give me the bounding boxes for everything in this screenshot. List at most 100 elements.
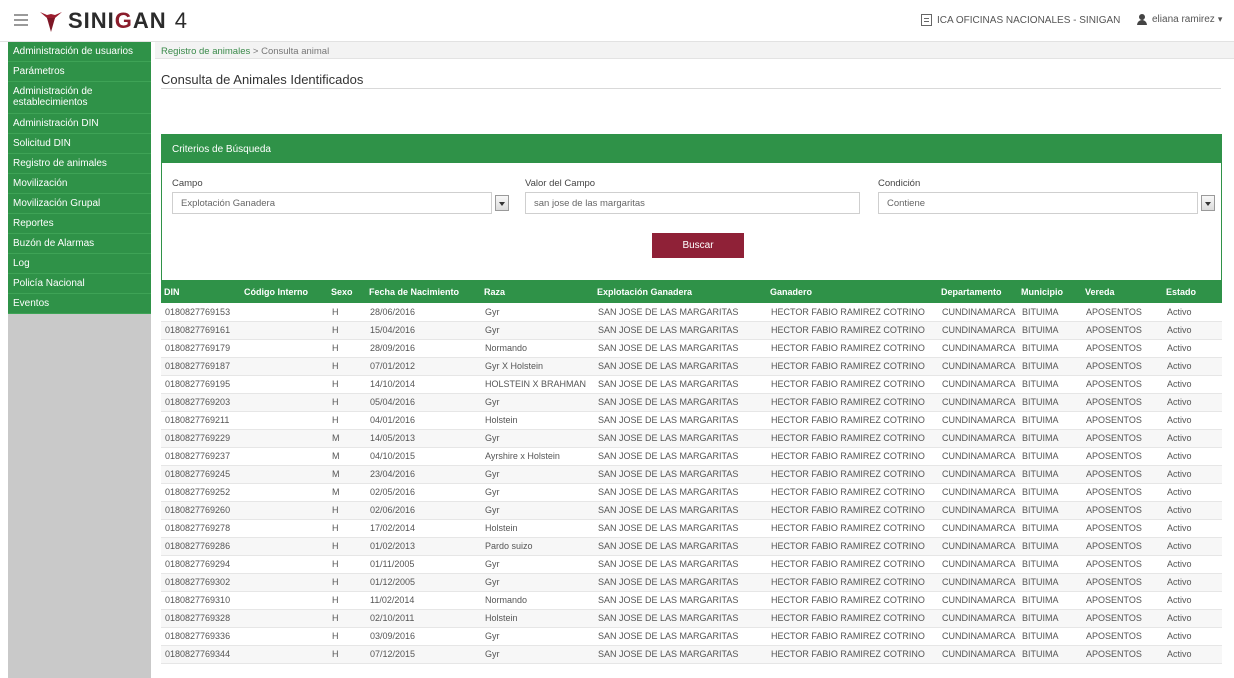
cell-sexo: H [328,321,366,340]
column-header-explotacion-ganadera[interactable]: Explotación Ganadera [594,280,767,303]
column-header-fecha-nacimiento[interactable]: Fecha de Nacimiento [366,280,481,303]
table-row[interactable]: 0180827769229 M 14/05/2013 Gyr SAN JOSE DE L… [161,429,1222,448]
cell-sexo: H [328,357,366,376]
cell-vereda: APOSENTOS [1082,573,1163,592]
sidebar-item-buzon-alarmas[interactable]: Buzón de Alarmas [8,234,151,254]
user-menu[interactable]: eliana ramirez ▾ [1137,14,1222,25]
cell-din: 0180827769294 [161,555,241,574]
cell-ganadero: HECTOR FABIO RAMIREZ COTRINO [767,573,938,592]
table-row[interactable]: 0180827769195 H 14/10/2014 HOLSTEIN X BRAHM… [161,375,1222,394]
cell-estado: Activo [1163,591,1222,610]
table-row[interactable]: 0180827769336 H 03/09/2016 Gyr SAN JOSE DE L… [161,627,1222,646]
table-row[interactable]: 0180827769245 M 23/04/2016 Gyr SAN JOSE DE L… [161,465,1222,484]
user-icon [1137,14,1147,25]
cell-estado: Activo [1163,393,1222,412]
cell-vereda: APOSENTOS [1082,411,1163,430]
table-row[interactable]: 0180827769237 M 04/10/2015 Ayrshire x Holst… [161,447,1222,466]
cell-explotacion-ganadera: SAN JOSE DE LAS MARGARITAS [594,429,767,448]
cell-din: 0180827769336 [161,627,241,646]
sidebar-item-administracion-usuarios[interactable]: Administración de usuarios [8,42,151,62]
sidebar-item-parametros[interactable]: Parámetros [8,62,151,82]
cell-raza: Gyr [481,555,594,574]
menu-toggle-icon[interactable] [14,14,28,26]
column-header-estado[interactable]: Estado [1163,280,1222,303]
cell-ganadero: HECTOR FABIO RAMIREZ COTRINO [767,375,938,394]
cell-sexo: H [328,591,366,610]
sidebar-item-reportes[interactable]: Reportes [8,214,151,234]
column-header-departamento[interactable]: Departamento [938,280,1018,303]
column-header-sexo[interactable]: Sexo [328,280,366,303]
column-header-vereda[interactable]: Vereda [1082,280,1163,303]
cell-explotacion-ganadera: SAN JOSE DE LAS MARGARITAS [594,609,767,628]
sidebar-item-eventos[interactable]: Eventos [8,294,151,314]
cell-codigo-interno [241,393,328,412]
campo-select[interactable]: Explotación Ganadera [172,192,509,214]
cell-codigo-interno [241,609,328,628]
sidebar-item-registro-animales[interactable]: Registro de animales [8,154,151,174]
buscar-button[interactable]: Buscar [652,233,744,258]
table-row[interactable]: 0180827769294 H 01/11/2005 Gyr SAN JOSE DE L… [161,555,1222,574]
valor-campo-input[interactable]: san jose de las margaritas [525,192,860,214]
sidebar-item-solicitud-din[interactable]: Solicitud DIN [8,134,151,154]
sidebar-item-log[interactable]: Log [8,254,151,274]
table-row[interactable]: 0180827769252 M 02/05/2016 Gyr SAN JOSE DE L… [161,483,1222,502]
column-header-raza[interactable]: Raza [481,280,594,303]
cell-municipio: BITUIMA [1018,627,1082,646]
table-row[interactable]: 0180827769302 H 01/12/2005 Gyr SAN JOSE DE L… [161,573,1222,592]
cell-ganadero: HECTOR FABIO RAMIREZ COTRINO [767,537,938,556]
sidebar-item-policia-nacional[interactable]: Policía Nacional [8,274,151,294]
column-header-municipio[interactable]: Municipio [1018,280,1082,303]
table-row[interactable]: 0180827769310 H 11/02/2014 Normando SAN JOSE… [161,591,1222,610]
cell-ganadero: HECTOR FABIO RAMIREZ COTRINO [767,555,938,574]
condicion-select[interactable]: Contiene [878,192,1215,214]
cell-codigo-interno [241,501,328,520]
cell-raza: Holstein [481,609,594,628]
sidebar-item-administracion-din[interactable]: Administración DIN [8,114,151,134]
cell-raza: Gyr [481,393,594,412]
cell-din: 0180827769229 [161,429,241,448]
cell-departamento: CUNDINAMARCA [938,519,1018,538]
cell-estado: Activo [1163,375,1222,394]
cell-departamento: CUNDINAMARCA [938,321,1018,340]
table-row[interactable]: 0180827769153 H 28/06/2016 Gyr SAN JOSE DE L… [161,303,1222,322]
sidebar-item-administracion-establecimientos[interactable]: Administración de establecimientos [8,82,151,114]
cell-estado: Activo [1163,357,1222,376]
column-header-codigo-interno[interactable]: Código Interno [241,280,328,303]
table-row[interactable]: 0180827769344 H 07/12/2015 Gyr SAN JOSE DE L… [161,645,1222,664]
table-row[interactable]: 0180827769161 H 15/04/2016 Gyr SAN JOSE DE L… [161,321,1222,340]
sidebar-item-movilizacion[interactable]: Movilización [8,174,151,194]
cell-raza: Normando [481,339,594,358]
table-row[interactable]: 0180827769203 H 05/04/2016 Gyr SAN JOSE DE L… [161,393,1222,412]
cell-raza: Gyr [481,321,594,340]
panel-heading: Criterios de Búsqueda [162,135,1221,163]
office-selector[interactable]: ICA OFICINAS NACIONALES - SINIGAN [921,14,1120,26]
cell-departamento: CUNDINAMARCA [938,483,1018,502]
sidebar-menu: Administración de usuarios Parámetros Ad… [8,42,151,314]
campo-dropdown-arrow-icon[interactable] [495,195,509,211]
cell-fecha-nacimiento: 14/05/2013 [366,429,481,448]
cell-municipio: BITUIMA [1018,555,1082,574]
table-row[interactable]: 0180827769286 H 01/02/2013 Pardo suizo SAN J… [161,537,1222,556]
sinigan-logo[interactable]: SINIGAN 4 [38,6,187,36]
table-row[interactable]: 0180827769179 H 28/09/2016 Normando SAN JOSE… [161,339,1222,358]
condicion-dropdown-arrow-icon[interactable] [1201,195,1215,211]
cell-vereda: APOSENTOS [1082,501,1163,520]
cell-ganadero: HECTOR FABIO RAMIREZ COTRINO [767,645,938,664]
column-header-ganadero[interactable]: Ganadero [767,280,938,303]
logo-version: 4 [174,8,187,33]
table-row[interactable]: 0180827769260 H 02/06/2016 Gyr SAN JOSE DE L… [161,501,1222,520]
table-row[interactable]: 0180827769211 H 04/01/2016 Holstein SAN JOSE… [161,411,1222,430]
sidebar-item-movilizacion-grupal[interactable]: Movilización Grupal [8,194,151,214]
cell-estado: Activo [1163,519,1222,538]
cell-fecha-nacimiento: 04/10/2015 [366,447,481,466]
table-row[interactable]: 0180827769187 H 07/01/2012 Gyr X Holstein SA… [161,357,1222,376]
table-row[interactable]: 0180827769278 H 17/02/2014 Holstein SAN JOSE… [161,519,1222,538]
table-row[interactable]: 0180827769328 H 02/10/2011 Holstein SAN JOSE… [161,609,1222,628]
breadcrumb-link-registro-animales[interactable]: Registro de animales [161,46,250,57]
column-header-din[interactable]: DIN [161,280,241,303]
cell-estado: Activo [1163,303,1222,322]
cell-din: 0180827769187 [161,357,241,376]
chevron-down-icon: ▾ [1217,14,1223,24]
cell-sexo: H [328,411,366,430]
cell-fecha-nacimiento: 11/02/2014 [366,591,481,610]
